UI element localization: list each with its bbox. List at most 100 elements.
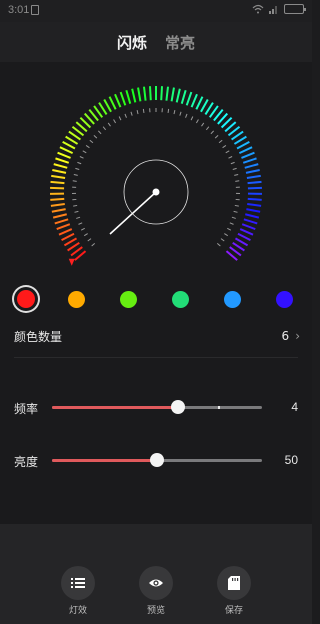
dial-tick: [50, 203, 65, 207]
frequency-slider-row: 频率 4: [0, 392, 312, 422]
brightness-label: 亮度: [14, 455, 39, 469]
dial-tick: [247, 203, 262, 207]
color-dial[interactable]: [0, 62, 312, 282]
dial-tick: [245, 213, 260, 219]
dial-inner-tick: [167, 108, 170, 113]
color-count-value-wrap: 6 ›: [282, 329, 300, 343]
dial-tick: [185, 91, 193, 106]
dial-tick: [50, 186, 65, 190]
dial-inner-tick: [124, 113, 127, 118]
dial-tick: [52, 213, 67, 219]
dial-inner-tick: [233, 210, 238, 213]
dial-tick: [246, 174, 261, 179]
dial-tick: [63, 237, 78, 247]
dial-inner-tick: [179, 111, 182, 116]
dial-tick: [238, 146, 253, 155]
dial-tick: [61, 232, 75, 242]
color-swatch[interactable]: [276, 291, 293, 308]
dial-tick: [190, 93, 198, 108]
dial-tick: [246, 208, 261, 213]
preview-button[interactable]: 预览: [131, 566, 181, 616]
dial-tick: [52, 168, 67, 174]
tab-steady[interactable]: 常亮: [165, 32, 195, 53]
color-count-value: 6: [281, 329, 290, 343]
color-swatch[interactable]: [17, 290, 35, 308]
color-swatch[interactable]: [120, 291, 137, 308]
dial-tick: [57, 151, 71, 159]
dial-inner-tick: [102, 126, 107, 131]
color-count-row[interactable]: 颜色数量 6 ›: [14, 322, 300, 350]
dial-tick: [236, 140, 250, 150]
dial-inner-tick: [220, 238, 225, 242]
dial-inner-tick: [83, 233, 88, 237]
dial-inner-tick: [136, 110, 139, 115]
dial-inner-tick: [185, 113, 188, 118]
dial-inner-tick: [72, 180, 77, 182]
brightness-slider-fill: [52, 459, 157, 462]
dial-tick: [65, 135, 79, 145]
dial-tick: [56, 223, 71, 231]
bottom-action-bar: 灯效 预览 保存: [0, 524, 312, 624]
dial-inner-tick: [87, 238, 92, 242]
dial-inner-tick: [82, 150, 87, 154]
brightness-value: 50: [284, 453, 298, 467]
dial-inner-tick: [224, 233, 229, 237]
signal-icon: [269, 6, 277, 14]
dial-inner-tick: [77, 161, 82, 165]
dial-inner-tick: [230, 161, 235, 165]
dial-inner-tick: [107, 122, 111, 127]
main-content: 颜色数量 6 › 频率 4 亮度 50: [0, 62, 312, 524]
dial-inner-tick: [201, 122, 205, 127]
status-bar: 3:01: [0, 0, 312, 22]
dial-tick: [59, 146, 74, 155]
dial-inner-tick: [173, 110, 176, 115]
dial-inner-tick: [74, 210, 79, 213]
dial-tick: [108, 96, 117, 110]
frequency-slider[interactable]: [52, 400, 262, 414]
dial-tick: [54, 218, 69, 225]
color-swatch[interactable]: [68, 291, 85, 308]
eye-icon: [139, 566, 173, 600]
dial-tick: [245, 168, 260, 174]
dial-tick: [242, 157, 257, 164]
dial-tick: [98, 102, 108, 115]
dial-tick: [241, 223, 256, 231]
dial-inner-tick: [229, 222, 234, 225]
dial-tick: [175, 88, 181, 103]
dial-tick: [114, 93, 122, 108]
effects-button[interactable]: 灯效: [53, 566, 103, 616]
dial-tick: [125, 89, 132, 104]
dial-tick: [160, 86, 164, 101]
dial-inner-tick: [91, 243, 96, 247]
dial-inner-tick: [93, 135, 98, 139]
dial-tick: [237, 232, 251, 242]
dial-position-marker: [68, 258, 75, 266]
dial-tick: [55, 157, 70, 164]
preview-label: 预览: [146, 606, 165, 616]
dial-inner-tick: [142, 108, 145, 113]
dial-tick: [51, 208, 66, 213]
frequency-label: 频率: [14, 402, 39, 416]
dial-inner-tick: [225, 150, 230, 154]
color-swatch[interactable]: [224, 291, 241, 308]
dial-inner-tick: [228, 156, 233, 159]
brightness-slider[interactable]: [52, 453, 262, 467]
save-button[interactable]: 保存: [209, 566, 259, 616]
dial-inner-tick: [75, 167, 80, 170]
battery-icon: [284, 4, 306, 14]
dial-tick: [180, 89, 187, 104]
dial-inner-tick: [227, 227, 232, 231]
dial-tick: [170, 87, 175, 102]
tab-blink[interactable]: 闪烁: [117, 32, 147, 53]
frequency-slider-fill: [52, 406, 178, 409]
dial-tick: [143, 86, 147, 101]
dial-inner-tick: [85, 145, 90, 149]
brightness-slider-thumb[interactable]: [150, 453, 164, 467]
dial-inner-tick: [89, 139, 94, 144]
dial-tick: [51, 174, 66, 179]
frequency-slider-thumb[interactable]: [171, 400, 185, 414]
dial-tick: [247, 186, 262, 190]
dial-inner-tick: [113, 119, 117, 124]
dial-hub: [152, 188, 160, 196]
color-swatch[interactable]: [172, 291, 189, 308]
